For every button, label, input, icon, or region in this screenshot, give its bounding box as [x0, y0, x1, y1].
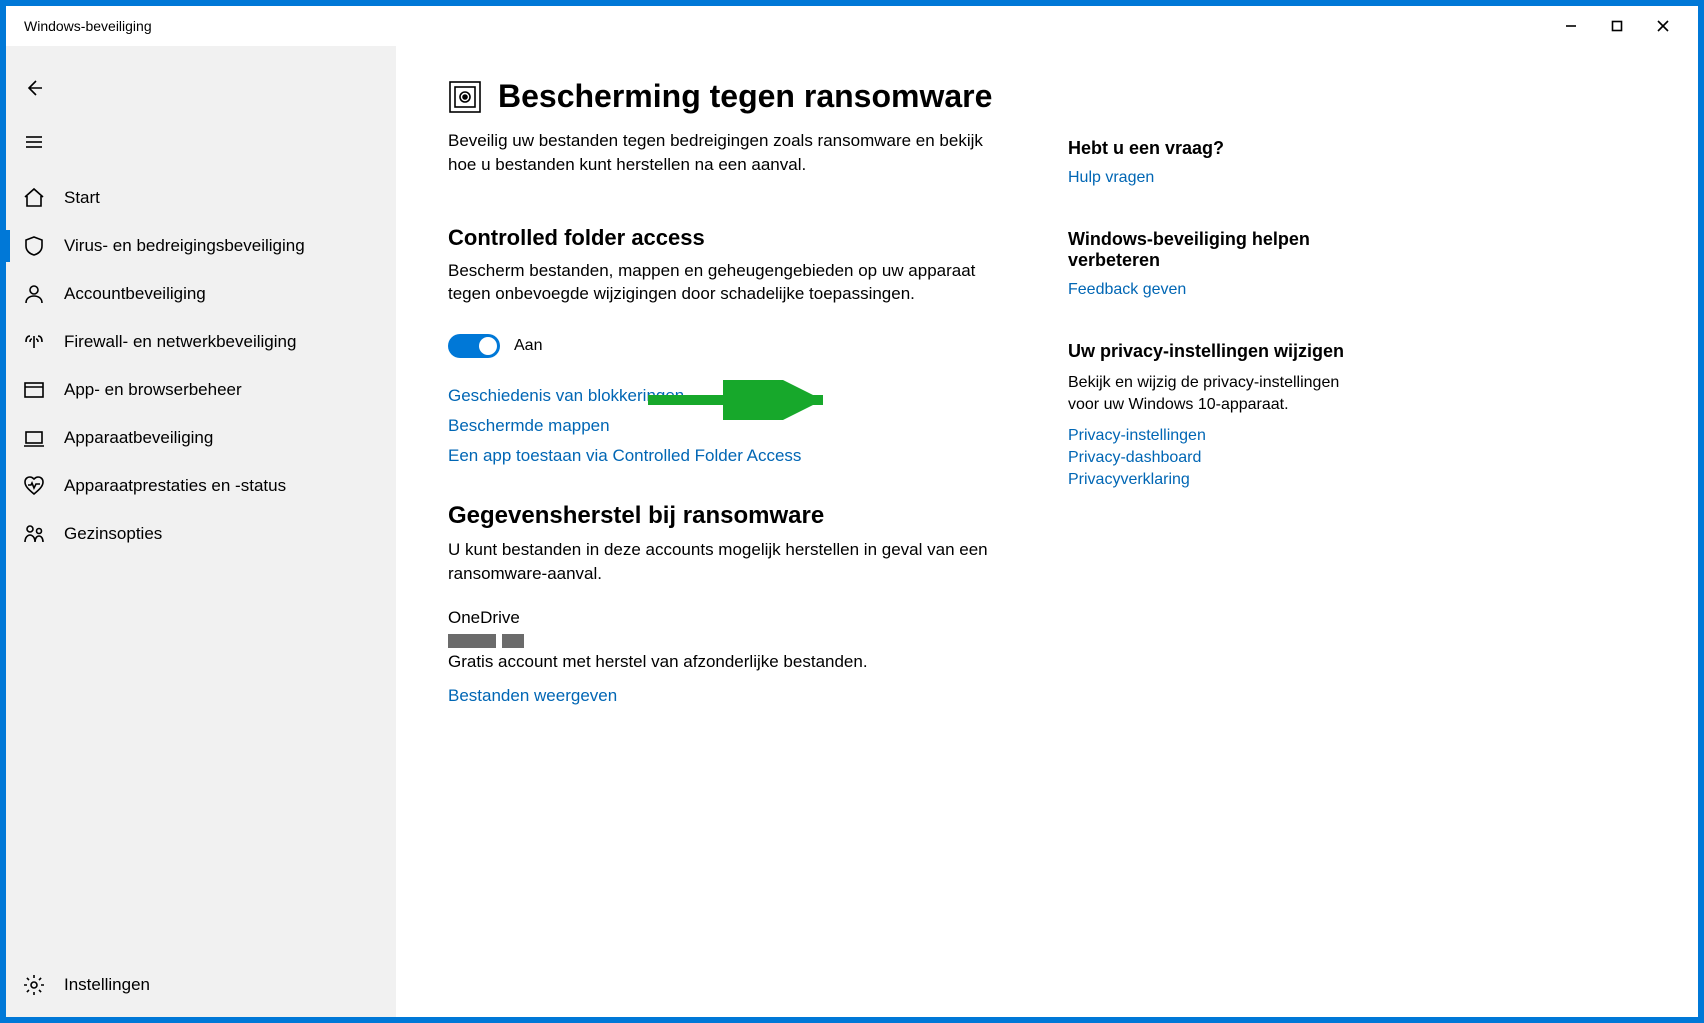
sidebar-item-family[interactable]: Gezinsopties [6, 510, 396, 558]
gear-icon [22, 973, 46, 997]
sidebar-item-home[interactable]: Start [6, 174, 396, 222]
main-content: Bescherming tegen ransomware Beveilig uw… [396, 46, 1698, 1017]
link-protected-folders[interactable]: Beschermde mappen [448, 416, 1008, 436]
link-get-help[interactable]: Hulp vragen [1068, 169, 1368, 187]
sidebar-item-label: Accountbeveiliging [64, 284, 206, 304]
link-privacy-dashboard[interactable]: Privacy-dashboard [1068, 449, 1368, 467]
cfa-toggle[interactable] [448, 334, 500, 358]
link-privacy-settings[interactable]: Privacy-instellingen [1068, 427, 1368, 445]
cfa-heading: Controlled folder access [448, 225, 1008, 251]
sidebar-item-virus[interactable]: Virus- en bedreigingsbeveiliging [6, 222, 396, 270]
sidebar: Start Virus- en bedreigingsbeveiliging A… [6, 46, 396, 1017]
sidebar-item-account[interactable]: Accountbeveiliging [6, 270, 396, 318]
hamburger-button[interactable] [10, 118, 58, 166]
sidebar-item-health[interactable]: Apparaatprestaties en -status [6, 462, 396, 510]
link-allow-app[interactable]: Een app toestaan via Controlled Folder A… [448, 446, 1008, 466]
link-feedback[interactable]: Feedback geven [1068, 281, 1368, 299]
aside-question-heading: Hebt u een vraag? [1068, 138, 1368, 159]
cfa-toggle-label: Aan [514, 337, 542, 355]
sidebar-item-label: Virus- en bedreigingsbeveiliging [64, 236, 305, 256]
sidebar-item-firewall[interactable]: Firewall- en netwerkbeveiliging [6, 318, 396, 366]
back-button[interactable] [10, 64, 58, 112]
person-icon [22, 282, 46, 306]
sidebar-item-label: Apparaatprestaties en -status [64, 476, 286, 496]
aside-improve-heading: Windows-beveiliging helpen verbeteren [1068, 229, 1368, 271]
home-icon [22, 186, 46, 210]
recovery-heading: Gegevensherstel bij ransomware [448, 502, 1008, 530]
sidebar-item-label: Instellingen [64, 975, 150, 995]
network-icon [22, 330, 46, 354]
sidebar-item-device[interactable]: Apparaatbeveiliging [6, 414, 396, 462]
link-view-files[interactable]: Bestanden weergeven [448, 686, 1008, 706]
page-description: Beveilig uw bestanden tegen bedreigingen… [448, 129, 1008, 177]
sidebar-item-label: Apparaatbeveiliging [64, 428, 213, 448]
family-icon [22, 522, 46, 546]
window-controls [1548, 10, 1686, 42]
toggle-knob [479, 337, 497, 355]
shield-icon [22, 234, 46, 258]
app-browser-icon [22, 378, 46, 402]
onedrive-label: OneDrive [448, 608, 1008, 628]
sidebar-item-appbrowser[interactable]: App- en browserbeheer [6, 366, 396, 414]
aside-privacy-heading: Uw privacy-instellingen wijzigen [1068, 341, 1368, 362]
sidebar-item-label: App- en browserbeheer [64, 380, 242, 400]
link-privacy-statement[interactable]: Privacyverklaring [1068, 471, 1368, 489]
device-security-icon [22, 426, 46, 450]
onedrive-redacted [448, 634, 1008, 648]
sidebar-item-label: Gezinsopties [64, 524, 162, 544]
window-title: Windows-beveiliging [18, 18, 152, 34]
app-window: Windows-beveiliging [6, 6, 1698, 1017]
heart-icon [22, 474, 46, 498]
link-block-history[interactable]: Geschiedenis van blokkeringen [448, 386, 1008, 406]
cfa-description: Bescherm bestanden, mappen en geheugenge… [448, 259, 1008, 307]
sidebar-item-label: Firewall- en netwerkbeveiliging [64, 332, 296, 352]
sidebar-item-label: Start [64, 188, 100, 208]
page-heading: Bescherming tegen ransomware [498, 78, 992, 115]
nav-list: Start Virus- en bedreigingsbeveiliging A… [6, 174, 396, 1017]
maximize-button[interactable] [1594, 10, 1640, 42]
cfa-toggle-row: Aan [448, 334, 1008, 358]
page-title: Bescherming tegen ransomware [448, 78, 1008, 115]
recovery-description: U kunt bestanden in deze accounts mogeli… [448, 538, 1008, 586]
titlebar: Windows-beveiliging [6, 6, 1698, 46]
aside-panel: Hebt u een vraag? Hulp vragen Windows-be… [1068, 78, 1368, 1017]
onedrive-desc: Gratis account met herstel van afzonderl… [448, 652, 1008, 672]
minimize-button[interactable] [1548, 10, 1594, 42]
close-button[interactable] [1640, 10, 1686, 42]
ransomware-icon [448, 80, 482, 114]
aside-privacy-desc: Bekijk en wijzig de privacy-instellingen… [1068, 372, 1368, 417]
sidebar-item-settings[interactable]: Instellingen [6, 961, 396, 1009]
